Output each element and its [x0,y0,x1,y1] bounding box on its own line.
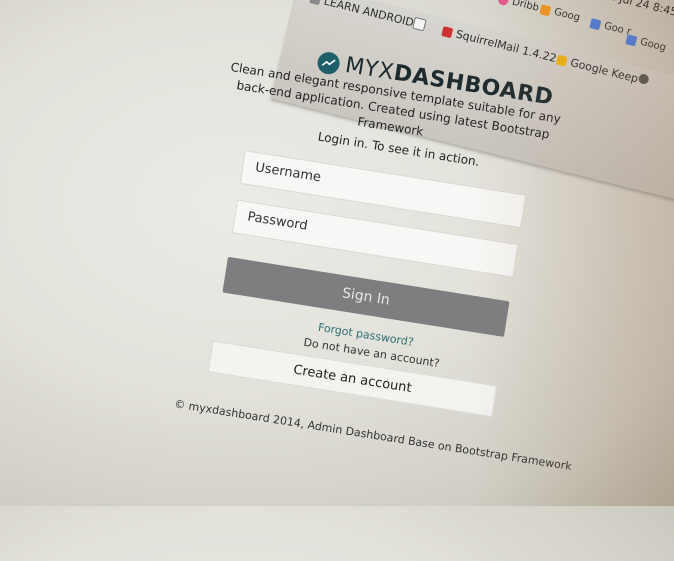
login-page: MYXDASHBOARD Clean and elegant responsiv… [0,0,674,561]
google-icon [539,3,552,16]
chart-line-icon [316,50,342,76]
google-icon [625,33,638,46]
google-icon [589,17,602,30]
tab-google-2[interactable]: Goo r [589,17,632,38]
footer-copyright: © myxdashboard 2014, Admin Dashboard Bas… [173,397,573,474]
tab-google-1[interactable]: Goog [539,3,581,24]
dribbble-icon [497,0,510,6]
clock: Thu Jul 24 8:45 [594,0,674,19]
tab-dribbble[interactable]: Dribb [497,0,540,14]
